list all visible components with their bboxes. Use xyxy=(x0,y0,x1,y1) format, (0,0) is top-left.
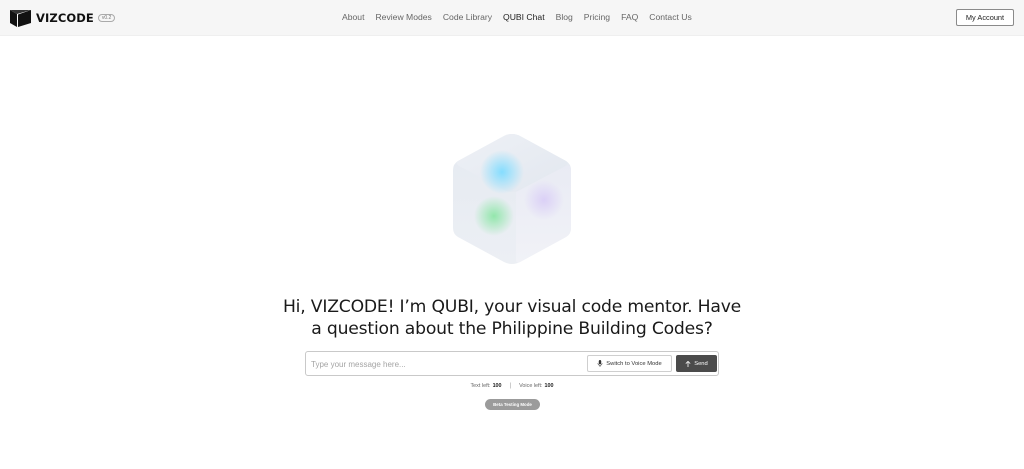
greeting-heading: Hi, VIZCODE! I’m QUBI, your visual code … xyxy=(262,296,762,340)
site-header: VIZCODE v0.2 About Review Modes Code Lib… xyxy=(0,0,1024,36)
usage-separator: | xyxy=(509,383,512,389)
my-account-button[interactable]: My Account xyxy=(956,9,1014,26)
arrow-up-icon xyxy=(685,360,691,367)
nav-about[interactable]: About xyxy=(342,12,364,22)
nav-faq[interactable]: FAQ xyxy=(621,12,638,22)
chat-input-bar: Switch to Voice Mode Send xyxy=(305,351,719,376)
microphone-icon xyxy=(597,360,603,367)
logo[interactable]: VIZCODE v0.2 xyxy=(10,9,116,27)
voice-mode-button[interactable]: Switch to Voice Mode xyxy=(587,355,672,372)
nav-review-modes[interactable]: Review Modes xyxy=(375,12,431,22)
voice-left-value: 100 xyxy=(544,383,554,389)
voice-mode-label: Switch to Voice Mode xyxy=(606,360,662,367)
message-input[interactable] xyxy=(311,356,581,372)
logo-text: VIZCODE xyxy=(36,11,94,25)
text-left-label: Text left: xyxy=(470,383,491,389)
nav-code-library[interactable]: Code Library xyxy=(443,12,492,22)
nav-qubi-chat[interactable]: QUBI Chat xyxy=(503,12,545,22)
version-badge: v0.2 xyxy=(97,14,116,22)
beta-testing-badge: Beta Testing Mode xyxy=(485,399,540,410)
text-left-value: 100 xyxy=(492,383,502,389)
greeting-line-2: a question about the Philippine Building… xyxy=(311,319,713,339)
usage-counter: Text left: 100 | Voice left: 100 xyxy=(412,383,612,389)
send-button[interactable]: Send xyxy=(676,355,717,372)
nav-blog[interactable]: Blog xyxy=(556,12,573,22)
nav-contact-us[interactable]: Contact Us xyxy=(649,12,692,22)
greeting-line-1: Hi, VIZCODE! I’m QUBI, your visual code … xyxy=(282,297,742,317)
nav-pricing[interactable]: Pricing xyxy=(584,12,610,22)
qubi-cube-icon xyxy=(448,130,576,268)
send-label: Send xyxy=(694,360,708,367)
vizcode-logo-icon xyxy=(10,9,31,27)
voice-left-label: Voice left: xyxy=(519,383,543,389)
main-nav: About Review Modes Code Library QUBI Cha… xyxy=(342,12,703,22)
